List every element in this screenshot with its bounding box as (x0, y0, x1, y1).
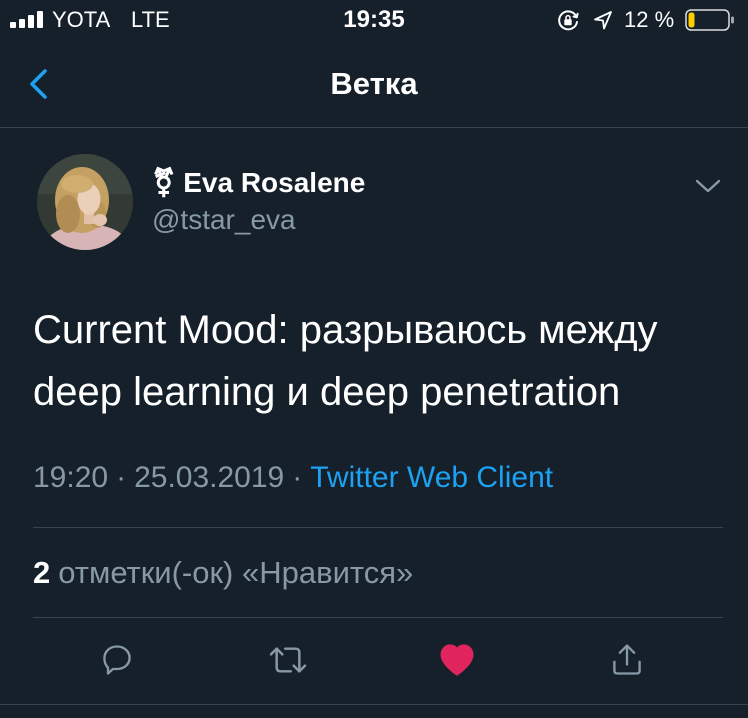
avatar[interactable] (37, 154, 133, 250)
page-title: Ветка (330, 66, 418, 101)
likes-summary[interactable]: 2 отметки(-ок) «Нравится» (33, 555, 413, 591)
carrier-name: YOTA (52, 7, 111, 32)
back-button[interactable] (18, 64, 58, 104)
likes-count: 2 (33, 555, 51, 590)
share-icon (613, 644, 641, 675)
author-handle[interactable]: @tstar_eva (152, 204, 296, 236)
likes-label: отметки(-ок) «Нравится» (58, 555, 414, 590)
tweet-meta: 19:20 · 25.03.2019 · Twitter Web Client (33, 460, 553, 496)
navigation-bar: Ветка (0, 40, 748, 128)
meta-separator: · (292, 461, 303, 494)
clock: 19:35 (343, 6, 405, 33)
battery-percentage: 12 % (624, 7, 675, 32)
battery-icon (685, 9, 734, 31)
tweet-menu-button[interactable] (692, 170, 724, 202)
divider (33, 617, 723, 618)
reply-button[interactable] (95, 640, 139, 680)
battery-fill (688, 12, 695, 28)
divider (33, 527, 723, 528)
chevron-down-icon (695, 179, 721, 193)
tweet-time: 19:20 (33, 461, 109, 494)
tweet-text-line: deep learning и deep penetration (33, 370, 621, 414)
status-bar: YOTA LTE 19:35 12 % (0, 0, 748, 40)
tweet-source-link[interactable]: Twitter Web Client (310, 461, 553, 494)
network-type: LTE (131, 7, 170, 32)
heart-icon (440, 644, 474, 676)
tweet-date: 25.03.2019 (134, 461, 285, 494)
chevron-left-icon (30, 69, 47, 99)
tweet-text: Current Mood: разрываюсь между deep lear… (33, 299, 658, 423)
bottom-divider (0, 704, 748, 705)
rotation-lock-icon (558, 10, 579, 31)
author-display-name[interactable]: ⚧ Eva Rosalene (152, 167, 365, 199)
retweet-icon (269, 647, 307, 673)
like-button[interactable] (435, 640, 479, 680)
retweet-button[interactable] (266, 640, 310, 680)
tweet-text-line: Current Mood: разрываюсь между (33, 308, 658, 352)
reply-icon (103, 645, 131, 675)
location-arrow-icon (594, 11, 612, 30)
signal-bars-icon (10, 11, 43, 28)
share-button[interactable] (605, 640, 649, 680)
meta-separator: · (116, 461, 127, 494)
avatar-image (37, 154, 133, 250)
